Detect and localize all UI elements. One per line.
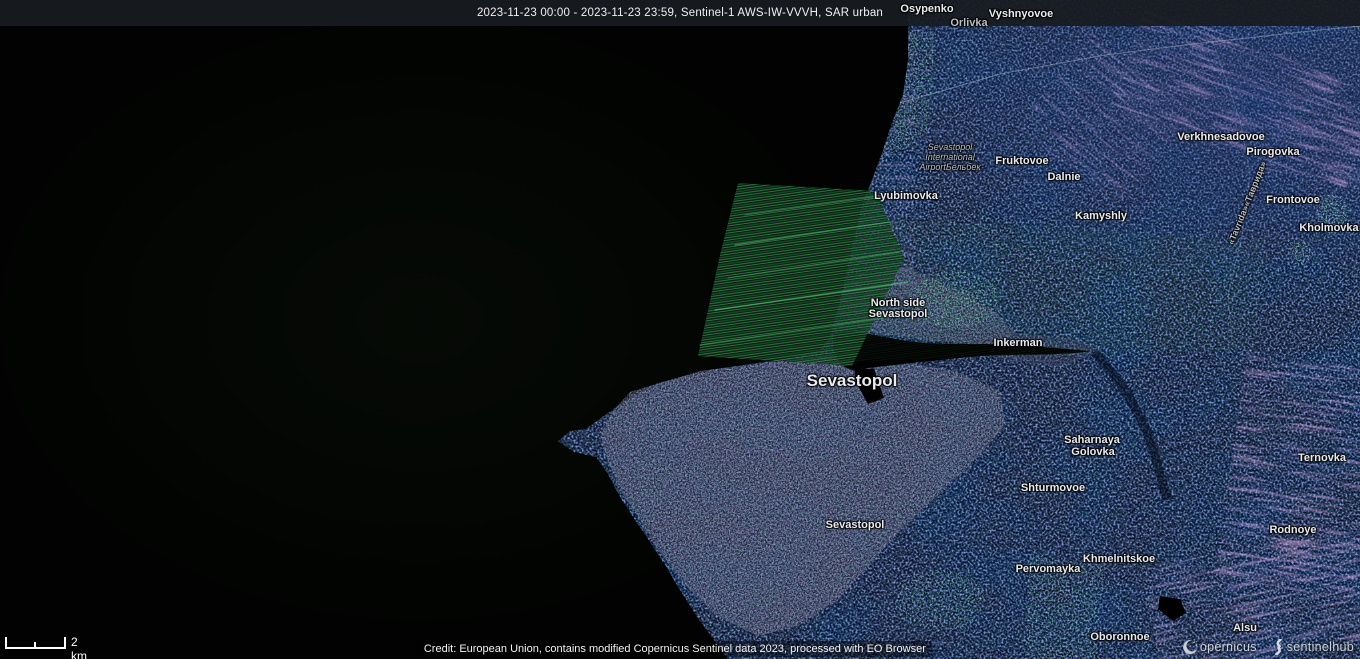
acquisition-info-text: 2023-11-23 00:00 - 2023-11-23 23:59, Sen… <box>477 0 883 26</box>
sar-map-canvas[interactable] <box>0 0 1360 659</box>
sentinelhub-icon <box>1271 639 1285 655</box>
eo-browser-sar-screenshot: OsypenkoVyshnyovoeOrlivkaVerkhnesadovoeP… <box>0 0 1360 659</box>
scalebar-label: 2 km <box>71 635 87 659</box>
branding-logos: opernicus sentinelhub <box>1182 639 1354 655</box>
copernicus-crescent-icon <box>1182 639 1198 655</box>
sentinelhub-logo-text: sentinelhub <box>1287 640 1354 654</box>
scalebar-bracket <box>5 637 66 649</box>
sentinelhub-logo: sentinelhub <box>1271 639 1354 655</box>
copernicus-logo-text: opernicus <box>1200 640 1257 654</box>
scalebar-mid-tick <box>34 642 36 647</box>
acquisition-info-bar: 2023-11-23 00:00 - 2023-11-23 23:59, Sen… <box>0 0 1360 26</box>
copernicus-logo: opernicus <box>1182 639 1257 655</box>
credit-text: Credit: European Union, contains modifie… <box>418 641 932 657</box>
